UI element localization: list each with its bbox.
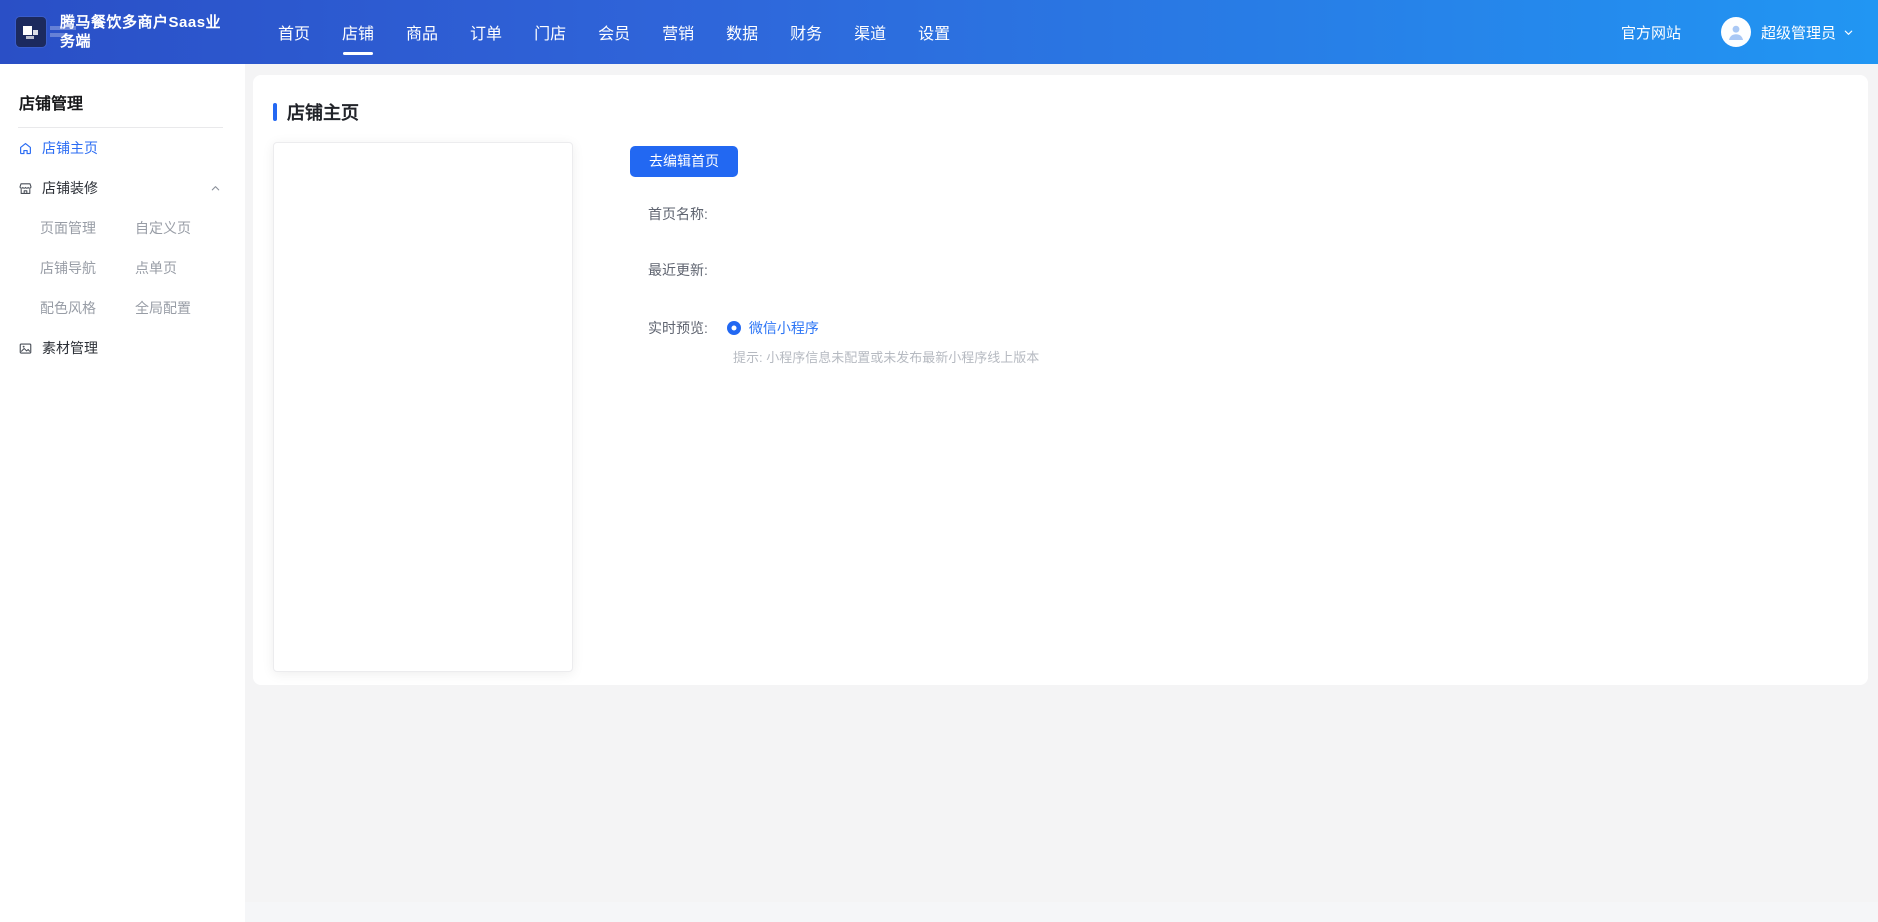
sidebar-subitem-global-config[interactable]: 全局配置 <box>135 288 245 328</box>
brand-logo-icon <box>16 17 46 47</box>
chevron-down-icon[interactable] <box>1843 27 1854 38</box>
live-preview-label: 实时预览: <box>648 318 708 338</box>
sidebar-item-material-manage[interactable]: 素材管理 <box>0 328 245 368</box>
main-layout: 店铺管理 店铺主页 店铺装修 页面管理 自定义页 店铺导航 点单页 配色风格 全… <box>0 64 1878 922</box>
sidebar-subitem-custom-page[interactable]: 自定义页 <box>135 208 245 248</box>
top-nav: 首页 店铺 商品 订单 门店 会员 营销 数据 财务 渠道 设置 <box>262 0 966 64</box>
person-icon <box>1726 22 1746 42</box>
sidebar-item-label: 店铺主页 <box>42 138 98 158</box>
sidebar-subitem-order-page[interactable]: 点单页 <box>135 248 245 288</box>
nav-item-member[interactable]: 会员 <box>582 0 646 64</box>
live-preview-row: 实时预览: 微信小程序 <box>630 318 1039 338</box>
radio-selected-icon[interactable] <box>727 321 741 335</box>
nav-item-store[interactable]: 门店 <box>518 0 582 64</box>
nav-item-order[interactable]: 订单 <box>454 0 518 64</box>
app-title: 腾马餐饮多商户Saas业务端 <box>60 13 236 51</box>
homepage-preview-panel <box>273 142 573 672</box>
nav-item-shop[interactable]: 店铺 <box>326 0 390 64</box>
home-icon <box>18 141 33 156</box>
home-name-label: 首页名称: <box>630 204 1039 224</box>
bottom-strip <box>245 902 1878 922</box>
image-icon <box>18 341 33 356</box>
sidebar-subitem-shop-nav[interactable]: 店铺导航 <box>40 248 135 288</box>
miniprogram-hint-text: 提示: 小程序信息未配置或未发布最新小程序线上版本 <box>733 347 1039 366</box>
sidebar-item-label: 店铺装修 <box>42 178 98 198</box>
storefront-icon <box>18 181 33 196</box>
nav-item-settings[interactable]: 设置 <box>902 0 966 64</box>
edit-homepage-button[interactable]: 去编辑首页 <box>630 146 738 177</box>
brand: 腾马餐饮多商户Saas业务端 <box>16 13 248 51</box>
sidebar-item-shop-home[interactable]: 店铺主页 <box>0 128 245 168</box>
wechat-miniprogram-link[interactable]: 微信小程序 <box>749 318 819 338</box>
section-accent-bar <box>273 103 277 121</box>
topbar-right: 官方网站 超级管理员 <box>1621 17 1854 47</box>
nav-item-channel[interactable]: 渠道 <box>838 0 902 64</box>
section-header: 店铺主页 <box>273 99 1844 125</box>
nav-item-finance[interactable]: 财务 <box>774 0 838 64</box>
official-site-link[interactable]: 官方网站 <box>1621 22 1681 43</box>
topbar: 腾马餐饮多商户Saas业务端 首页 店铺 商品 订单 门店 会员 营销 数据 财… <box>0 0 1878 64</box>
sidebar-submenu: 页面管理 自定义页 店铺导航 点单页 配色风格 全局配置 <box>0 208 245 328</box>
content-area: 店铺主页 去编辑首页 首页名称: 最近更新: 实时预览: 微信小程序 提示: 小… <box>245 64 1878 922</box>
nav-item-data[interactable]: 数据 <box>710 0 774 64</box>
recent-update-label: 最近更新: <box>630 260 1039 280</box>
nav-item-product[interactable]: 商品 <box>390 0 454 64</box>
chevron-up-icon[interactable] <box>210 183 221 194</box>
sidebar-subitem-page-manage[interactable]: 页面管理 <box>40 208 135 248</box>
homepage-info-column: 去编辑首页 首页名称: 最近更新: 实时预览: 微信小程序 提示: 小程序信息未… <box>630 142 1039 672</box>
nav-item-marketing[interactable]: 营销 <box>646 0 710 64</box>
section-title: 店铺主页 <box>287 99 359 125</box>
user-avatar-icon[interactable] <box>1721 17 1751 47</box>
nav-item-home[interactable]: 首页 <box>262 0 326 64</box>
logo-glyph-icon <box>23 24 39 40</box>
card-body: 去编辑首页 首页名称: 最近更新: 实时预览: 微信小程序 提示: 小程序信息未… <box>273 142 1844 672</box>
username-label[interactable]: 超级管理员 <box>1761 22 1836 43</box>
sidebar: 店铺管理 店铺主页 店铺装修 页面管理 自定义页 店铺导航 点单页 配色风格 全… <box>0 64 245 922</box>
logo-marks <box>50 26 76 40</box>
shop-home-card: 店铺主页 去编辑首页 首页名称: 最近更新: 实时预览: 微信小程序 提示: 小… <box>253 75 1868 685</box>
sidebar-item-label: 素材管理 <box>42 338 98 358</box>
sidebar-subitem-color-style[interactable]: 配色风格 <box>40 288 135 328</box>
sidebar-item-shop-decorate[interactable]: 店铺装修 <box>0 168 245 208</box>
sidebar-title: 店铺管理 <box>0 90 245 114</box>
